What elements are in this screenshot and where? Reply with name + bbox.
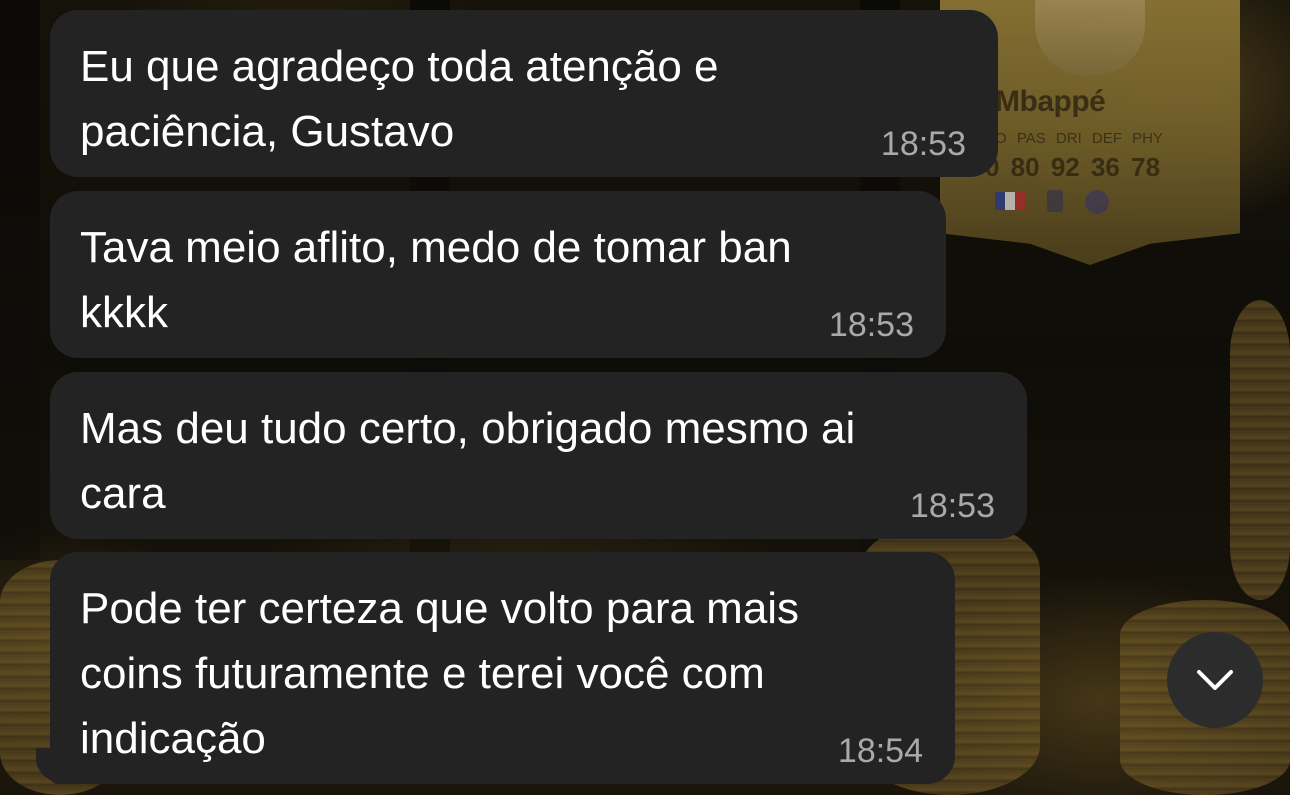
message-timestamp: 18:54 [837,732,923,770]
club-badge-icon [1085,190,1109,214]
message-text: Eu que agradeço toda atenção e paciência… [80,42,719,156]
coin-stack-image [1230,300,1290,600]
scroll-down-button[interactable] [1167,632,1263,728]
message-text: Pode ter certeza que volto para mais coi… [80,584,800,763]
message-bubble[interactable]: Eu que agradeço toda atenção e paciência… [50,10,998,177]
message-timestamp: 18:53 [828,306,914,344]
player-card-stat-labels: O PAS DRI DEF PHY [995,130,1163,147]
message-bubble[interactable]: Mas deu tudo certo, obrigado mesmo ai ca… [50,372,1027,539]
message-bubble[interactable]: Tava meio aflito, medo de tomar ban kkkk… [50,191,946,358]
message-text: Tava meio aflito, medo de tomar ban kkkk [80,223,792,337]
player-photo [1035,0,1145,75]
message-timestamp: 18:53 [880,125,966,163]
wallpaper-shadow [0,0,40,560]
player-card-name: Mbappé [995,85,1106,118]
player-card-stat-values: 0 80 92 36 78 [985,152,1161,182]
flag-icon [995,192,1025,210]
message-text: Mas deu tudo certo, obrigado mesmo ai ca… [80,404,856,518]
message-bubble[interactable]: Pode ter certeza que volto para mais coi… [50,552,955,784]
chevron-down-icon [1197,670,1233,690]
league-badge-icon [1047,190,1063,212]
message-timestamp: 18:53 [909,487,995,525]
